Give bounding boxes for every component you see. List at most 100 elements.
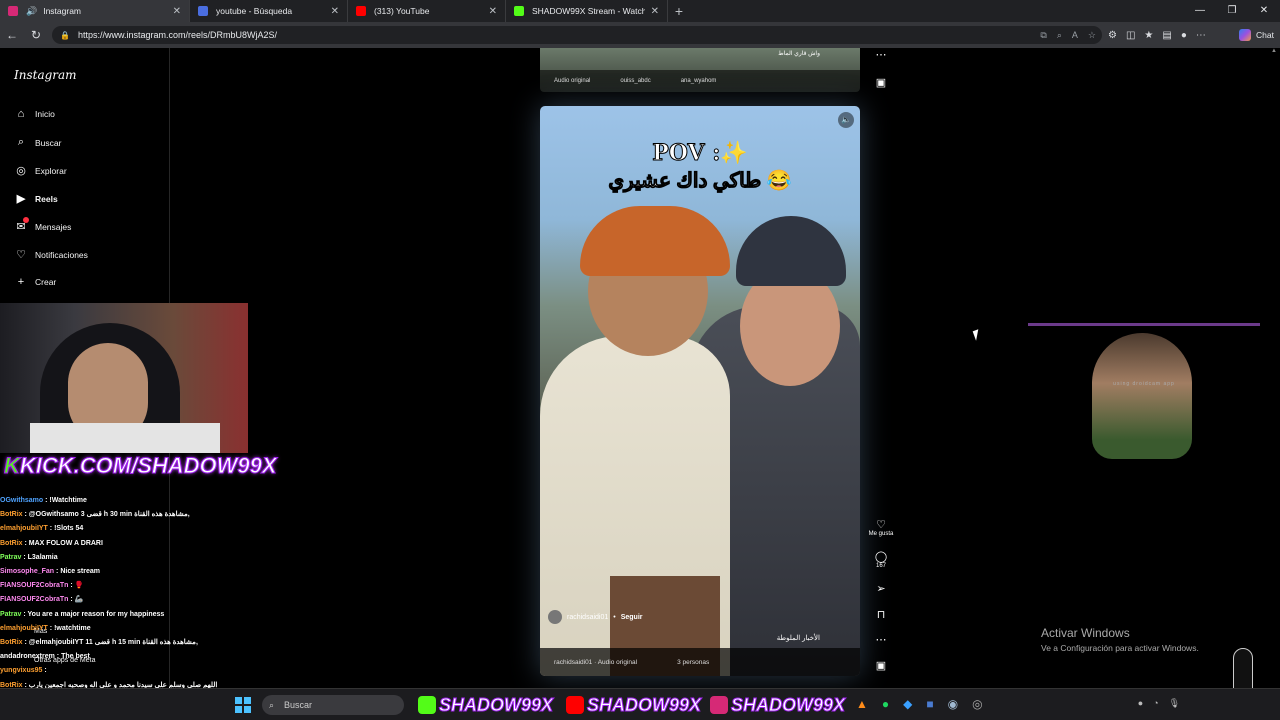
tab-label: Instagram (43, 6, 82, 16)
previous-reel-more[interactable]: ⋯ (866, 48, 896, 61)
audio-label[interactable]: Audio original (554, 78, 590, 84)
more-menu-icon[interactable]: ⋯ (1196, 30, 1206, 41)
like-button[interactable]: ♡ Me gusta (866, 518, 896, 537)
sidebar-item-search[interactable]: ⌕ Buscar (14, 136, 62, 149)
copilot-chat-button[interactable]: Chat (1239, 26, 1274, 44)
app-icon[interactable]: ▲ (856, 697, 868, 711)
second-person (1092, 333, 1192, 459)
chat-text: 🦾 (74, 596, 84, 604)
reel-author: rachidsaidi01 • Seguir (548, 610, 643, 624)
author-avatar[interactable] (548, 610, 562, 624)
sidebar-item-reels[interactable]: ▶ Reels (14, 192, 58, 205)
audio-label[interactable]: rachidsaidi01 · Audio original (554, 659, 637, 666)
back-icon[interactable]: ← (0, 28, 24, 42)
chat-message: Patrav : L3alamia (0, 553, 58, 561)
tray-app-icon[interactable]: ◔ (1153, 698, 1158, 709)
instagram-logo[interactable]: Instagram (14, 68, 77, 82)
activate-subtitle: Ve a Configuración para activar Windows. (1041, 643, 1199, 653)
tagged-people[interactable]: 3 personas (677, 659, 709, 666)
follow-button[interactable]: Seguir (621, 614, 643, 621)
chat-text: L3alamia (27, 553, 58, 561)
speaker-icon[interactable]: 🔊 (26, 6, 37, 17)
site-info-icon[interactable]: 🔒 (60, 31, 70, 40)
collections-icon[interactable]: ▤ (1162, 30, 1171, 41)
plus-icon: + (17, 276, 25, 288)
close-window-icon[interactable]: ✕ (1248, 0, 1280, 22)
spotify-icon[interactable]: ● (882, 697, 889, 711)
favorites-icon[interactable]: ★ (1144, 30, 1153, 41)
heart-icon: ♡ (16, 249, 26, 261)
volume-icon[interactable]: 🔈 (838, 112, 854, 128)
extensions-icon[interactable]: ⚙ (1108, 30, 1117, 41)
reel-audio-bar: rachidsaidi01 · Audio original 3 persona… (540, 648, 860, 676)
author-username[interactable]: rachidsaidi01 (567, 614, 608, 621)
chat-message: yungvixus95 : (0, 667, 47, 675)
reel-tag[interactable]: الأخبار الملوطة (777, 634, 820, 642)
tagged-user[interactable]: ouiss_abdc (620, 78, 650, 84)
minimize-icon[interactable]: — (1184, 0, 1216, 22)
profile-avatar-icon[interactable]: ● (1181, 30, 1187, 41)
chat-username: Patrav (0, 610, 22, 618)
close-tab-icon[interactable]: ✕ (489, 6, 497, 17)
microphone-icon[interactable]: 🎙 (1169, 698, 1180, 709)
scroll-up-icon[interactable]: ▲ (1268, 48, 1280, 54)
previous-reel[interactable]: واش قاري الماط Audio original ouiss_abdc… (540, 48, 860, 92)
reels-icon: ▶ (16, 193, 26, 205)
app-icon[interactable]: ■ (926, 697, 933, 711)
beanie (736, 216, 846, 286)
sidebar-item-home[interactable]: ⌂ Inicio (14, 108, 55, 120)
tab-instagram[interactable]: 🔊 Instagram ✕ (0, 0, 190, 22)
vscode-icon[interactable]: ◆ (903, 697, 912, 711)
chat-message: Patrav : You are a major reason for my h… (0, 610, 165, 618)
save-button[interactable]: ⊓ (866, 608, 896, 621)
audio-thumbnail-icon: ▣ (875, 660, 887, 672)
chrome-icon[interactable]: ◎ (972, 697, 982, 711)
brand-text: SHADOW99X (586, 694, 702, 715)
restore-icon[interactable]: ❐ (1216, 0, 1248, 22)
more-options-button[interactable]: ⋯ (866, 633, 896, 646)
close-tab-icon[interactable]: ✕ (331, 6, 339, 17)
open-in-app-icon[interactable]: ⧉ (1040, 30, 1046, 41)
zoom-icon[interactable]: ⌕ (1057, 30, 1062, 41)
sidebar-item-label: Buscar (35, 137, 62, 148)
close-tab-icon[interactable]: ✕ (651, 6, 659, 17)
previous-reel-audio-thumb[interactable]: ▣ (866, 76, 896, 89)
sidebar-item-explore[interactable]: ◎ Explorar (14, 164, 66, 177)
chat-message: FIANSOUF2CobraTn : 🥊 (0, 582, 84, 590)
tab-youtube[interactable]: (313) YouTube ✕ (348, 0, 506, 22)
sidebar-item-messages[interactable]: ✉ Mensajes (14, 217, 71, 233)
webcam-caption: using droidcam app (1113, 381, 1175, 387)
chat-message: andadronextrem : The best (0, 653, 90, 661)
tray-app-icon[interactable]: ● (1138, 698, 1143, 709)
previous-reel-audio-bar: Audio original ouiss_abdc ana_wyahom (540, 70, 860, 92)
chat-message: elmahjoubiIYT : !Slots 54 (0, 525, 84, 533)
share-button[interactable]: ➢ (866, 582, 896, 595)
reload-icon[interactable]: ↻ (24, 28, 48, 42)
taskbar-search[interactable]: ⌕ Buscar (262, 695, 404, 715)
youtube-logo-icon (566, 696, 584, 714)
url-field[interactable]: 🔒 https://www.instagram.com/reels/DRmbU8… (52, 26, 1102, 44)
new-tab-button[interactable]: + (668, 3, 690, 19)
comment-button[interactable]: ◯ 167 (866, 550, 896, 569)
compass-icon: ◎ (16, 165, 26, 177)
split-screen-icon[interactable]: ◫ (1126, 30, 1135, 41)
windows-start-icon[interactable] (235, 697, 251, 713)
favorite-star-icon[interactable]: ☆ (1088, 30, 1096, 41)
sidebar-item-label: Notificaciones (35, 249, 88, 260)
tab-youtube-search[interactable]: youtube - Búsqueda ✕ (190, 0, 348, 22)
reel-video[interactable]: POV :✨ طاكي داك عشيري 😂 🔈 rachidsaidi01 … (540, 106, 860, 676)
page-scrollbar[interactable]: ▲ (1268, 48, 1280, 688)
read-aloud-icon[interactable]: A (1072, 30, 1078, 40)
chat-username: FIANSOUF2CobraTn (0, 596, 69, 604)
instagram-favicon-icon (8, 6, 18, 16)
tab-kick-stream[interactable]: SHADOW99X Stream - Watch Liv... ✕ (506, 0, 668, 22)
tagged-user[interactable]: ana_wyahom (681, 78, 717, 84)
sidebar-item-notifications[interactable]: ♡ Notificaciones (14, 248, 88, 261)
sidebar-item-create[interactable]: + Crear (14, 276, 56, 288)
kick-url-text: KICK.COM/SHADOW99X (19, 453, 277, 479)
audio-thumbnail-button[interactable]: ▣ (866, 659, 896, 672)
steam-icon[interactable]: ◉ (948, 697, 958, 711)
close-tab-icon[interactable]: ✕ (173, 6, 181, 17)
kick-logo-icon (418, 696, 436, 714)
tab-label: (313) YouTube (374, 6, 430, 16)
